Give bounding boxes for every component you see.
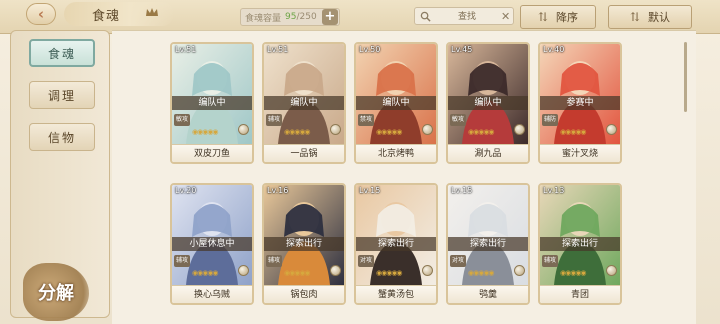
decompose-button[interactable]: 分解 xyxy=(23,263,89,321)
card-rank-icons: ◉◉◉◉◉ xyxy=(376,269,403,277)
card-type-badge: 敏攻 xyxy=(174,114,190,126)
card-status: 探索出行 xyxy=(356,237,436,251)
food-soul-card[interactable]: Lv.15 探索出行对攻 ◉◉◉◉◉ 蟹黄汤包 xyxy=(354,183,438,305)
food-soul-card[interactable]: Lv.51 编队中敏攻 ◉◉◉◉◉ 双皮刀鱼 xyxy=(170,42,254,164)
card-level: Lv.15 xyxy=(359,186,381,195)
clear-search-icon[interactable]: ✕ xyxy=(501,10,510,23)
sort-order-label: 降序 xyxy=(556,11,579,24)
page-title: 食魂 xyxy=(92,9,121,24)
card-rank-icons: ◉◉◉◉◉ xyxy=(376,128,403,136)
card-name: 换心乌贼 xyxy=(172,285,252,303)
card-status: 编队中 xyxy=(448,96,528,110)
food-soul-card[interactable]: Lv.50 编队中禁攻 ◉◉◉◉◉ 北京烤鸭 xyxy=(354,42,438,164)
card-type-badge: 辅攻 xyxy=(174,255,190,267)
card-type-badge: 辅防 xyxy=(542,114,558,126)
element-orb-icon xyxy=(238,265,249,276)
card-name: 蟹黄汤包 xyxy=(356,285,436,303)
element-orb-icon xyxy=(330,124,341,135)
scrollbar[interactable] xyxy=(684,42,687,112)
card-level: Lv.45 xyxy=(451,45,473,54)
back-button[interactable]: ‹ xyxy=(26,3,56,25)
card-rank-icons: ◉◉◉◉◉ xyxy=(560,269,587,277)
side-panel: 食魂 调理 信物 分解 xyxy=(10,30,110,321)
food-soul-card[interactable]: Lv.13 探索出行辅攻 ◉◉◉◉◉ 青团 xyxy=(538,183,622,305)
sort-arrow-icon: ⇅ xyxy=(537,10,549,24)
top-bar: ‹ 食魂 食魂容量 95 / 250 + ✕ ⇅ 降序 ⇅ 默认 xyxy=(0,0,720,34)
card-level: Lv.51 xyxy=(175,45,197,54)
card-name: 青团 xyxy=(540,285,620,303)
card-status: 编队中 xyxy=(264,96,344,110)
card-type-badge: 辅攻 xyxy=(266,114,282,126)
food-soul-card[interactable]: Lv.15 探索出行对攻 ◉◉◉◉◉ 鸮羹 xyxy=(446,183,530,305)
element-orb-icon xyxy=(606,265,617,276)
add-capacity-button[interactable]: + xyxy=(322,9,338,25)
card-level: Lv.20 xyxy=(175,186,197,195)
card-type-badge: 辅攻 xyxy=(266,255,282,267)
card-level: Lv.13 xyxy=(543,186,565,195)
card-status: 参赛中 xyxy=(540,96,620,110)
search-box[interactable]: ✕ xyxy=(414,7,514,25)
card-rank-icons: ◉◉◉◉◉ xyxy=(284,269,311,277)
capacity-total: 250 xyxy=(299,12,317,22)
card-level: Lv.50 xyxy=(359,45,381,54)
element-orb-icon xyxy=(606,124,617,135)
food-soul-card[interactable]: Lv.16 探索出行辅攻 ◉◉◉◉◉ 锅包肉 xyxy=(262,183,346,305)
card-status: 编队中 xyxy=(172,96,252,110)
element-orb-icon xyxy=(422,124,433,135)
card-name: 一品锅 xyxy=(264,144,344,162)
sort-arrows-icon: ⇅ xyxy=(629,10,641,24)
card-type-badge: 对攻 xyxy=(358,255,374,267)
crown-icon xyxy=(146,8,158,16)
card-name: 蜜汁叉烧 xyxy=(540,144,620,162)
card-name: 北京烤鸭 xyxy=(356,144,436,162)
card-type-badge: 敏攻 xyxy=(450,114,466,126)
card-name: 涮九品 xyxy=(448,144,528,162)
tab-food-souls[interactable]: 食魂 xyxy=(29,39,95,67)
card-status: 探索出行 xyxy=(264,237,344,251)
card-rank-icons: ◉◉◉◉◉ xyxy=(284,128,311,136)
card-level: Lv.40 xyxy=(543,45,565,54)
tab-tokens[interactable]: 信物 xyxy=(29,123,95,151)
capacity-used: 95 xyxy=(285,12,297,22)
card-level: Lv.16 xyxy=(267,186,289,195)
card-rank-icons: ◉◉◉◉◉ xyxy=(560,128,587,136)
food-soul-card[interactable]: Lv.20 小屋休息中辅攻 ◉◉◉◉◉ 换心乌贼 xyxy=(170,183,254,305)
card-name: 鸮羹 xyxy=(448,285,528,303)
card-type-badge: 禁攻 xyxy=(358,114,374,126)
card-rank-icons: ◉◉◉◉◉ xyxy=(192,128,219,136)
card-status: 探索出行 xyxy=(448,237,528,251)
sort-type-button[interactable]: ⇅ 默认 xyxy=(608,5,692,29)
food-soul-card[interactable]: Lv.40 参赛中辅防 ◉◉◉◉◉ 蜜汁叉烧 xyxy=(538,42,622,164)
card-status: 探索出行 xyxy=(540,237,620,251)
card-status: 编队中 xyxy=(356,96,436,110)
sort-type-label: 默认 xyxy=(648,11,671,24)
element-orb-icon xyxy=(330,265,341,276)
card-level: Lv.15 xyxy=(451,186,473,195)
card-name: 双皮刀鱼 xyxy=(172,144,252,162)
card-level: Lv.51 xyxy=(267,45,289,54)
element-orb-icon xyxy=(238,124,249,135)
card-status: 小屋休息中 xyxy=(172,237,252,251)
element-orb-icon xyxy=(514,124,525,135)
back-arrow-icon: ‹ xyxy=(37,5,45,23)
element-orb-icon xyxy=(514,265,525,276)
card-rank-icons: ◉◉◉◉◉ xyxy=(468,269,495,277)
tab-label: 食魂 xyxy=(47,46,76,61)
card-rank-icons: ◉◉◉◉◉ xyxy=(468,128,495,136)
element-orb-icon xyxy=(422,265,433,276)
search-icon xyxy=(420,11,431,22)
sort-order-button[interactable]: ⇅ 降序 xyxy=(520,5,596,29)
tab-conditioning[interactable]: 调理 xyxy=(29,81,95,109)
food-soul-card[interactable]: Lv.51 编队中辅攻 ◉◉◉◉◉ 一品锅 xyxy=(262,42,346,164)
tab-label: 调理 xyxy=(47,88,76,103)
card-rank-icons: ◉◉◉◉◉ xyxy=(192,269,219,277)
card-type-badge: 辅攻 xyxy=(542,255,558,267)
card-name: 锅包肉 xyxy=(264,285,344,303)
capacity-label: 食魂容量 xyxy=(245,13,282,24)
card-type-badge: 对攻 xyxy=(450,255,466,267)
tab-label: 信物 xyxy=(47,130,76,145)
search-input[interactable] xyxy=(437,10,497,23)
decompose-label: 分解 xyxy=(38,283,74,304)
food-soul-card[interactable]: Lv.45 编队中敏攻 ◉◉◉◉◉ 涮九品 xyxy=(446,42,530,164)
